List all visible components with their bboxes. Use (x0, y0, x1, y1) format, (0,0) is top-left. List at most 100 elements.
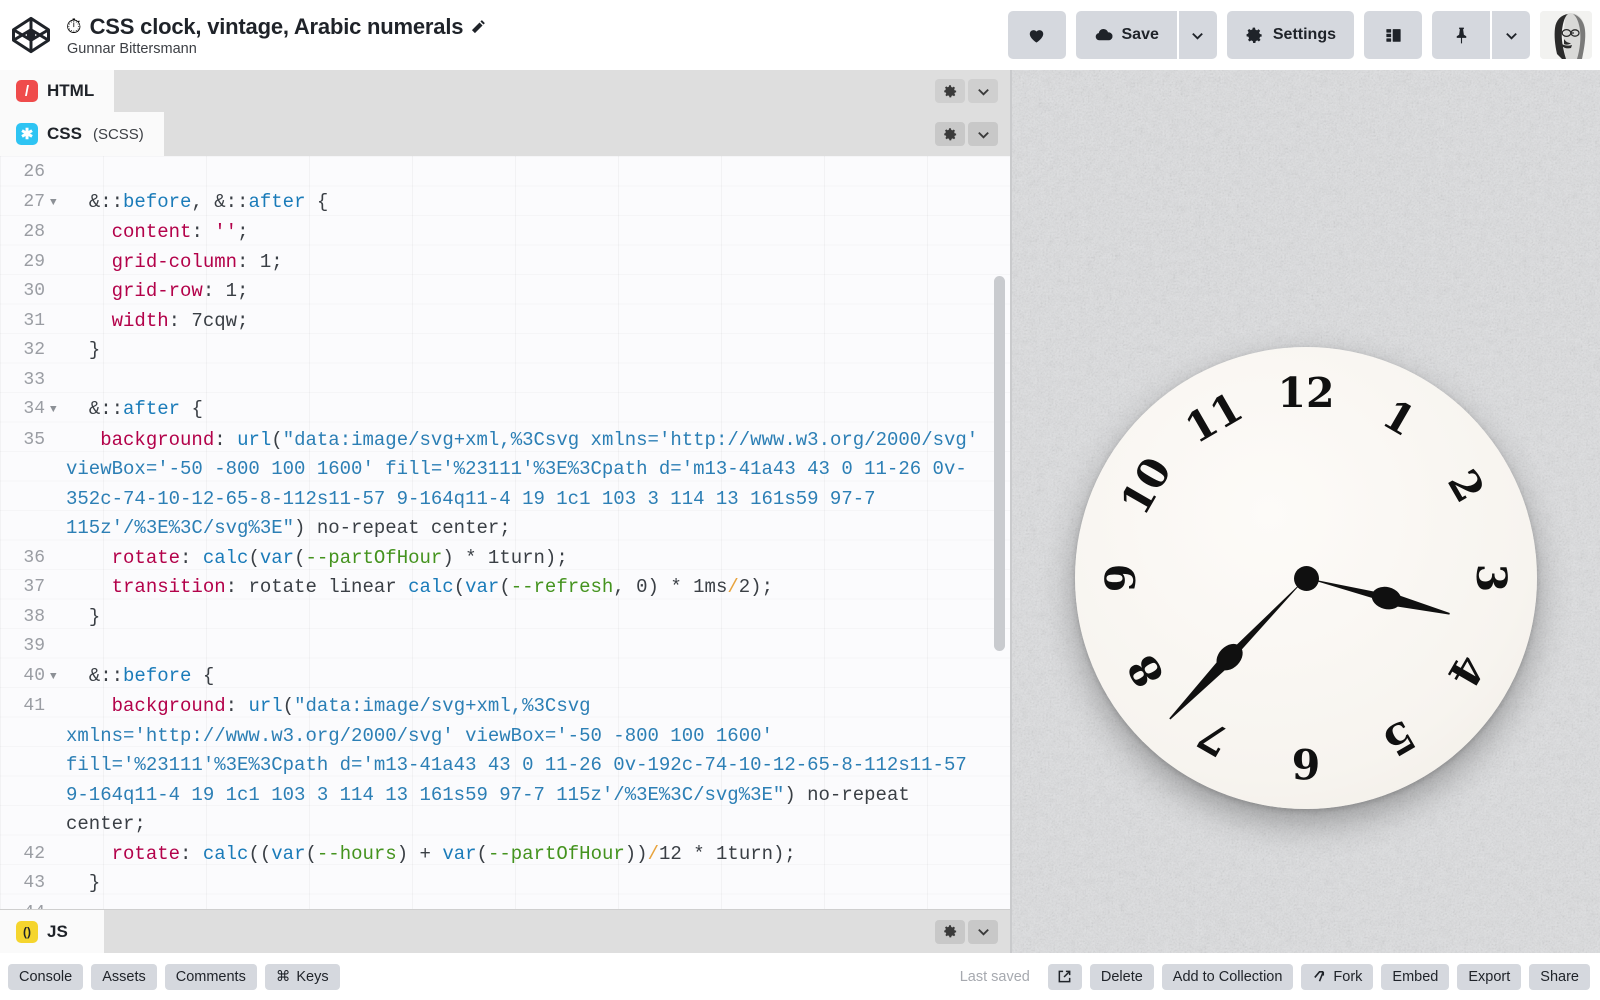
footer-button-keys[interactable]: ⌘ Keys (264, 963, 340, 990)
code-line[interactable]: 44 (0, 899, 1010, 910)
code-line-source: background: url("data:image/svg+xml,%3Cs… (66, 428, 990, 540)
open-external-button[interactable] (1047, 963, 1082, 990)
footer-button-export[interactable]: Export (1457, 963, 1522, 990)
line-number: 28 (23, 222, 45, 242)
footer-button-console-label: Console (19, 968, 73, 985)
code-line[interactable]: 29 grid-column: 1; (0, 248, 1010, 278)
code-line[interactable]: 30 grid-row: 1; (0, 277, 1010, 307)
js-collapse-button[interactable] (968, 919, 998, 944)
line-number: 34 (23, 399, 45, 419)
code-line[interactable]: 31 width: 7cqw; (0, 307, 1010, 337)
code-line-source: transition: rotate linear calc(var(--ref… (111, 576, 773, 598)
footer-button-embed-label: Embed (1392, 968, 1439, 985)
clock-minute-hand (1169, 577, 1306, 720)
footer-button-assets[interactable]: Assets (91, 963, 157, 990)
pane-header-css-actions (935, 112, 1010, 156)
love-button[interactable] (1007, 11, 1066, 59)
code-line[interactable]: 39 (0, 632, 1010, 662)
save-button[interactable]: Save (1075, 11, 1177, 59)
code-editor[interactable]: 26 27 ▼ &::before, &::after {28 content: … (0, 156, 1010, 909)
tab-css[interactable]: ✱ CSS (SCSS) (0, 112, 164, 156)
css-collapse-button[interactable] (968, 122, 998, 146)
tab-js[interactable]: () JS (0, 910, 104, 953)
footer-button-embed[interactable]: Embed (1381, 963, 1450, 990)
code-line[interactable]: 36 rotate: calc(var(--partOfHour) * 1tur… (0, 544, 1010, 574)
line-number: 35 (23, 429, 45, 450)
code-line-source: width: 7cqw; (111, 309, 249, 332)
html-settings-button[interactable] (935, 79, 965, 103)
line-number: 31 (23, 310, 45, 331)
code-line[interactable]: 28 content: ''; (0, 218, 1010, 248)
code-line[interactable]: 33 (0, 366, 1010, 396)
footer-button-add-to-collection[interactable]: Add to Collection (1161, 963, 1294, 990)
editor-vertical-scrollbar[interactable] (994, 276, 1005, 651)
code-line-source (66, 158, 1010, 188)
fold-arrow-icon[interactable]: ▼ (50, 662, 66, 693)
line-number: 42 (23, 843, 45, 864)
code-line-source: } (66, 339, 101, 361)
pen-author[interactable]: Gunnar Bittersmann (67, 41, 486, 57)
footer-button-share[interactable]: Share (1529, 963, 1590, 990)
code-line-source: grid-row: 1; (111, 280, 249, 302)
code-line[interactable]: 34 ▼ &::after { (0, 395, 1010, 426)
code-line[interactable]: 32 } (0, 336, 1010, 366)
code-line[interactable]: 43 } (0, 869, 1010, 899)
js-settings-button[interactable] (935, 919, 965, 944)
code-lines[interactable]: 26 27 ▼ &::before, &::after {28 content: … (0, 156, 1010, 909)
code-line[interactable]: 40 ▼ &::before { (0, 662, 1010, 693)
code-line-source: rotate: calc((var(--hours) + var(--partO… (111, 842, 796, 865)
code-line-source: grid-column: 1; (111, 250, 283, 273)
chevron-down-icon (1504, 28, 1519, 43)
code-line[interactable]: 35 background: url("data:image/svg+xml,%… (0, 426, 1010, 544)
footer-button-comments[interactable]: Comments (164, 963, 257, 990)
code-line[interactable]: 41 background: url("data:image/svg+xml,%… (0, 692, 1010, 840)
footer-button-delete[interactable]: Delete (1089, 963, 1154, 990)
save-dropdown-button[interactable] (1178, 11, 1217, 59)
pin-dropdown-button[interactable] (1492, 11, 1530, 59)
page-title[interactable]: CSS clock, vintage, Arabic numerals (90, 14, 464, 40)
layout-button[interactable] (1364, 11, 1422, 59)
pane-header-js-actions (935, 910, 1010, 953)
fork-icon (1314, 971, 1325, 982)
line-number: 39 (23, 636, 45, 656)
html-collapse-button[interactable] (968, 79, 998, 103)
footer-button-console[interactable]: Console (8, 963, 84, 990)
pin-button[interactable] (1432, 11, 1490, 59)
code-line-source: } (66, 605, 101, 628)
code-line[interactable]: 26 (0, 158, 1010, 188)
footer-left-buttons: Console Assets Comments ⌘ Keys (8, 963, 340, 990)
footer-button-delete-label: Delete (1100, 968, 1143, 985)
fold-arrow-icon[interactable]: ▼ (50, 188, 66, 219)
code-line[interactable]: 27 ▼ &::before, &::after { (0, 188, 1010, 219)
js-badge-icon: () (16, 920, 38, 943)
code-line-source: } (66, 872, 101, 894)
code-line-source: rotate: calc(var(--partOfHour) * 1turn); (111, 546, 568, 569)
pencil-edit-icon[interactable] (471, 19, 486, 34)
code-line[interactable]: 42 rotate: calc((var(--hours) + var(--pa… (0, 840, 1010, 870)
footer-button-assets-label: Assets (102, 968, 146, 985)
pen-meta: ⏱ CSS clock, vintage, Arabic numerals Gu… (66, 14, 486, 57)
clock-numeral-label: 1 (1374, 389, 1423, 446)
css-settings-button[interactable] (935, 122, 965, 146)
settings-button[interactable]: Settings (1226, 11, 1354, 59)
preview-pane[interactable]: 1 2 3 4 5 6 7 8 9 10 11 12 (1010, 70, 1600, 953)
tab-js-label: JS (47, 921, 68, 941)
pane-header-html: / HTML (0, 70, 1010, 112)
code-line[interactable]: 38 } (0, 603, 1010, 633)
line-number: 36 (23, 547, 45, 568)
footer-button-fork-label: Fork (1333, 968, 1363, 985)
codepen-logo-icon[interactable] (10, 14, 52, 56)
avatar[interactable] (1540, 11, 1592, 59)
footer-button-fork[interactable]: Fork (1301, 963, 1374, 990)
gear-icon (1245, 26, 1264, 45)
code-line[interactable]: 37 transition: rotate linear calc(var(--… (0, 573, 1010, 603)
line-number: 26 (23, 162, 45, 182)
line-number: 29 (23, 251, 45, 272)
tab-html[interactable]: / HTML (0, 70, 115, 112)
save-split-button: Save (1075, 11, 1217, 59)
fold-arrow-icon[interactable]: ▼ (50, 395, 66, 426)
